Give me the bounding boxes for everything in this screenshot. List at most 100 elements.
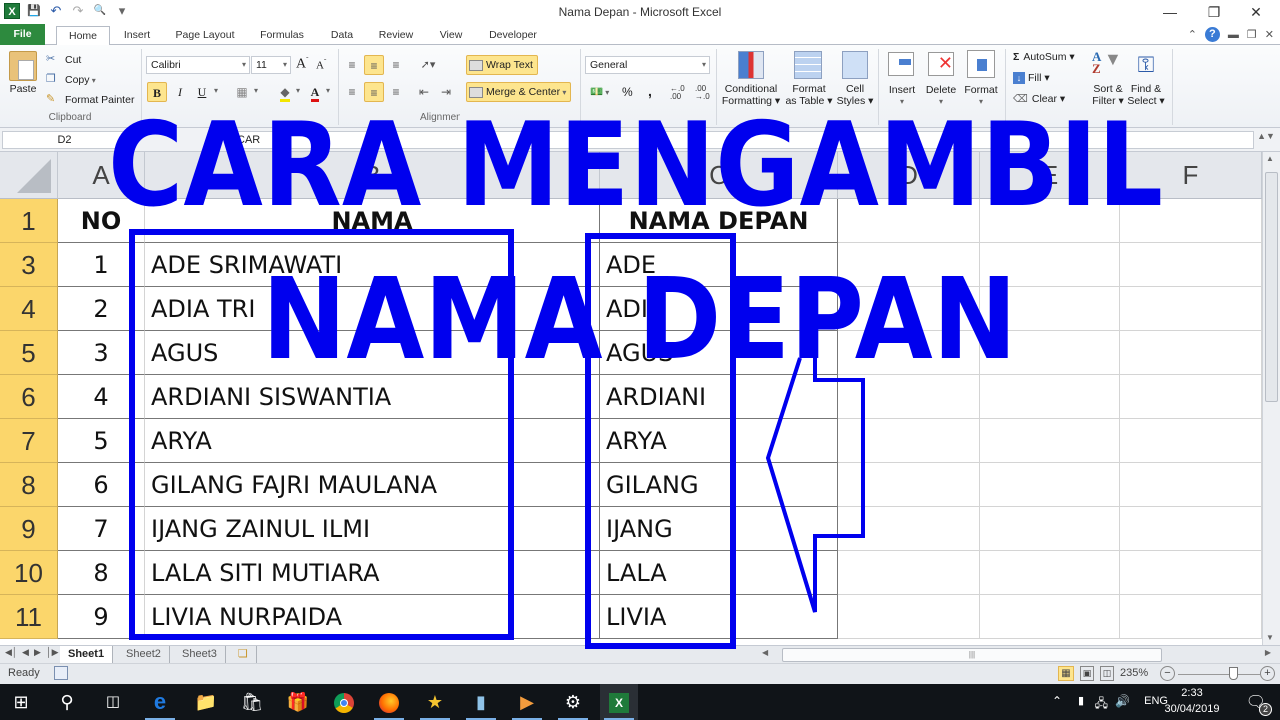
scroll-down-icon[interactable]: ▼ bbox=[1266, 633, 1274, 642]
tab-page-layout[interactable]: Page Layout bbox=[170, 26, 240, 45]
borders-button[interactable]: ▦ bbox=[232, 82, 252, 102]
horizontal-scrollbar[interactable]: ◀ ||| ▶ bbox=[760, 648, 1275, 662]
store-icon[interactable]: 🛍 bbox=[233, 684, 271, 720]
align-bottom-button[interactable]: ≡ bbox=[386, 55, 406, 75]
paste-icon[interactable] bbox=[9, 51, 37, 81]
align-center-button[interactable]: ≡ bbox=[364, 82, 384, 102]
underline-dropdown[interactable]: ▾ bbox=[214, 86, 218, 95]
cell-nama-depan[interactable]: LALA bbox=[600, 551, 838, 595]
first-sheet-icon[interactable]: ◀│ bbox=[5, 647, 18, 658]
shrink-font-button[interactable]: Aˇ bbox=[316, 58, 326, 72]
column-header-a[interactable]: A bbox=[58, 152, 145, 199]
conditional-formatting-button[interactable]: Conditional Formatting ▾ bbox=[720, 83, 782, 107]
restore-button[interactable]: ❐ bbox=[1194, 2, 1234, 22]
cell-empty[interactable] bbox=[980, 551, 1120, 595]
row-header-9[interactable]: 9 bbox=[0, 507, 58, 551]
workbook-restore-icon[interactable]: ❐ bbox=[1247, 28, 1257, 41]
cell-no[interactable]: 6 bbox=[58, 463, 145, 507]
align-top-button[interactable]: ≡ bbox=[342, 55, 362, 75]
cell-empty[interactable] bbox=[1120, 331, 1262, 375]
cell-empty[interactable] bbox=[1120, 419, 1262, 463]
cell-empty[interactable] bbox=[1120, 199, 1262, 243]
delete-cells-button[interactable]: Delete ▾ bbox=[922, 84, 960, 108]
cell-empty[interactable] bbox=[838, 243, 980, 287]
macro-record-icon[interactable] bbox=[54, 666, 68, 680]
tab-review[interactable]: Review bbox=[372, 26, 420, 45]
cell-no[interactable]: NO bbox=[58, 199, 145, 243]
normal-view-icon[interactable]: ▦ bbox=[1058, 666, 1074, 681]
firefox-icon[interactable] bbox=[370, 684, 408, 720]
insert-cells-button[interactable]: Insert ▾ bbox=[884, 84, 920, 108]
decrease-indent-button[interactable]: ⇤ bbox=[414, 82, 434, 102]
cell-empty[interactable] bbox=[1120, 287, 1262, 331]
cell-empty[interactable] bbox=[838, 287, 980, 331]
row-header-11[interactable]: 11 bbox=[0, 595, 58, 639]
cell-empty[interactable] bbox=[838, 551, 980, 595]
clock-time[interactable]: 2:33 bbox=[1162, 687, 1222, 699]
volume-icon[interactable]: 🔊 bbox=[1115, 694, 1130, 708]
cell-empty[interactable] bbox=[1120, 243, 1262, 287]
settings-icon[interactable]: ⚙ bbox=[554, 684, 592, 720]
row-header-1[interactable]: 1 bbox=[0, 199, 58, 243]
cell-nama[interactable]: LIVIA NURPAIDA bbox=[145, 595, 600, 639]
cell-no[interactable]: 9 bbox=[58, 595, 145, 639]
cell-nama[interactable]: AGUS bbox=[145, 331, 600, 375]
cut-button[interactable]: ✂ Cut bbox=[46, 52, 81, 68]
row-header-3[interactable]: 3 bbox=[0, 243, 58, 287]
cell-empty[interactable] bbox=[980, 463, 1120, 507]
cell-empty[interactable] bbox=[980, 419, 1120, 463]
sheet-tab-sheet3[interactable]: Sheet3 bbox=[174, 646, 226, 663]
cell-nama[interactable]: ARYA bbox=[145, 419, 600, 463]
merge-center-button[interactable]: Merge & Center ▾ bbox=[466, 82, 572, 102]
cell-empty[interactable] bbox=[980, 199, 1120, 243]
align-left-button[interactable]: ≡ bbox=[342, 82, 362, 102]
tab-insert[interactable]: Insert bbox=[116, 26, 158, 45]
insert-sheet-icon[interactable]: ❏ bbox=[230, 646, 257, 663]
tab-developer[interactable]: Developer bbox=[480, 26, 546, 45]
sheet-tab-sheet1[interactable]: Sheet1 bbox=[60, 646, 114, 663]
minimize-ribbon-icon[interactable]: ⌃ bbox=[1188, 28, 1197, 41]
tab-formulas[interactable]: Formulas bbox=[253, 26, 311, 45]
cell-styles-button[interactable]: Cell Styles ▾ bbox=[834, 83, 876, 107]
battery-icon[interactable]: ▮ bbox=[1078, 694, 1084, 707]
number-format-select[interactable]: General ▾ bbox=[585, 56, 710, 74]
cell-empty[interactable] bbox=[980, 243, 1120, 287]
font-size-select[interactable]: 11 ▾ bbox=[251, 56, 291, 74]
vertical-scroll-thumb[interactable] bbox=[1265, 172, 1278, 402]
cell-empty[interactable] bbox=[838, 507, 980, 551]
percent-style-button[interactable]: % bbox=[622, 85, 633, 99]
align-middle-button[interactable]: ≡ bbox=[364, 55, 384, 75]
sort-filter-icon[interactable]: A Z ▼ bbox=[1092, 50, 1122, 79]
last-sheet-icon[interactable]: │▶ bbox=[46, 647, 59, 658]
cell-empty[interactable] bbox=[838, 595, 980, 639]
cell-nama[interactable]: LALA SITI MUTIARA bbox=[145, 551, 600, 595]
minimize-button[interactable]: — bbox=[1150, 2, 1190, 22]
comma-style-button[interactable]: , bbox=[648, 83, 652, 99]
cell-nama[interactable]: IJANG ZAINUL ILMI bbox=[145, 507, 600, 551]
movie-maker-icon[interactable]: ★ bbox=[416, 684, 454, 720]
close-button[interactable]: ✕ bbox=[1236, 2, 1276, 22]
orientation-button[interactable]: ➚▾ bbox=[418, 55, 438, 75]
media-player-icon[interactable]: ▶ bbox=[508, 684, 546, 720]
column-header-c[interactable]: C bbox=[600, 152, 838, 199]
cell-nama-depan[interactable]: GILANG bbox=[600, 463, 838, 507]
increase-indent-button[interactable]: ⇥ bbox=[436, 82, 456, 102]
font-color-dropdown[interactable]: ▾ bbox=[326, 86, 330, 95]
formula-input[interactable]: CAR bbox=[232, 131, 1254, 149]
format-painter-button[interactable]: ✎ Format Painter bbox=[46, 92, 134, 108]
format-cells-button[interactable]: Format ▾ bbox=[962, 84, 1000, 108]
cell-nama-depan[interactable]: ADIA bbox=[600, 287, 838, 331]
accounting-format-button[interactable]: 💵 ▾ bbox=[590, 85, 609, 98]
format-as-table-button[interactable]: Format as Table ▾ bbox=[784, 83, 834, 107]
fill-button[interactable]: ↓ Fill ▾ bbox=[1013, 72, 1050, 85]
cell-nama-depan[interactable]: NAMA DEPAN bbox=[600, 199, 838, 243]
cell-nama[interactable]: NAMA bbox=[145, 199, 600, 243]
scroll-up-icon[interactable]: ▲ bbox=[1266, 154, 1274, 163]
row-header-7[interactable]: 7 bbox=[0, 419, 58, 463]
cell-nama[interactable]: ADIA TRI bbox=[145, 287, 600, 331]
autosum-button[interactable]: Σ AutoSum ▾ bbox=[1013, 51, 1075, 63]
cell-empty[interactable] bbox=[838, 375, 980, 419]
cell-empty[interactable] bbox=[980, 331, 1120, 375]
zoom-in-button[interactable]: + bbox=[1260, 666, 1275, 681]
formula-bar-expand-icon[interactable]: ▲▼ bbox=[1256, 131, 1276, 149]
